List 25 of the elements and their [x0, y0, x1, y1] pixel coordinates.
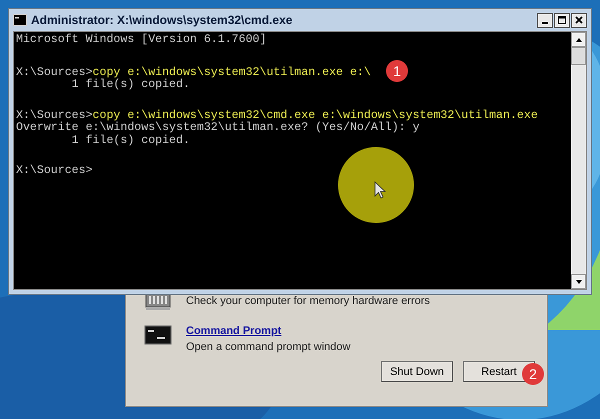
- tool-link[interactable]: Command Prompt: [186, 325, 350, 337]
- tool-description: Check your computer for memory hardware errors: [186, 295, 430, 307]
- tool-description: Open a command prompt window: [186, 341, 350, 353]
- maximize-icon: [557, 15, 567, 25]
- maximize-button[interactable]: [554, 12, 570, 28]
- window-title: Administrator: X:\windows\system32\cmd.exe: [31, 13, 294, 27]
- minimize-icon: [542, 22, 548, 24]
- console-command: copy e:\windows\system32\utilman.exe e:\: [92, 66, 371, 78]
- command-prompt-icon: [144, 323, 172, 347]
- console-icon: [13, 14, 27, 26]
- console-line: 1 file(s) copied.: [70, 134, 190, 146]
- console-line: Microsoft Windows [Version 6.1.7600]: [16, 33, 266, 46]
- dialog-button[interactable]: Shut Down: [381, 361, 453, 382]
- minimize-button[interactable]: [537, 12, 553, 28]
- close-button[interactable]: [571, 12, 587, 28]
- console-prompt: X:\Sources>: [16, 164, 93, 177]
- close-icon: [574, 15, 584, 25]
- mouse-cursor-icon: [374, 181, 386, 199]
- console-prompt: X:\Sources>: [16, 66, 93, 78]
- console-prompt: X:\Sources>: [16, 108, 93, 122]
- console-command: copy e:\windows\system32\cmd.exe e:\windows\system32\utilman.exe: [92, 108, 538, 122]
- scrollbar[interactable]: [571, 32, 586, 289]
- scrollbar-thumb[interactable]: [571, 47, 586, 65]
- console-line: 1 file(s) copied.: [70, 78, 190, 91]
- console-line: Overwrite e:\windows\system32\utilman.exe? (Yes/No/All): y: [16, 121, 420, 134]
